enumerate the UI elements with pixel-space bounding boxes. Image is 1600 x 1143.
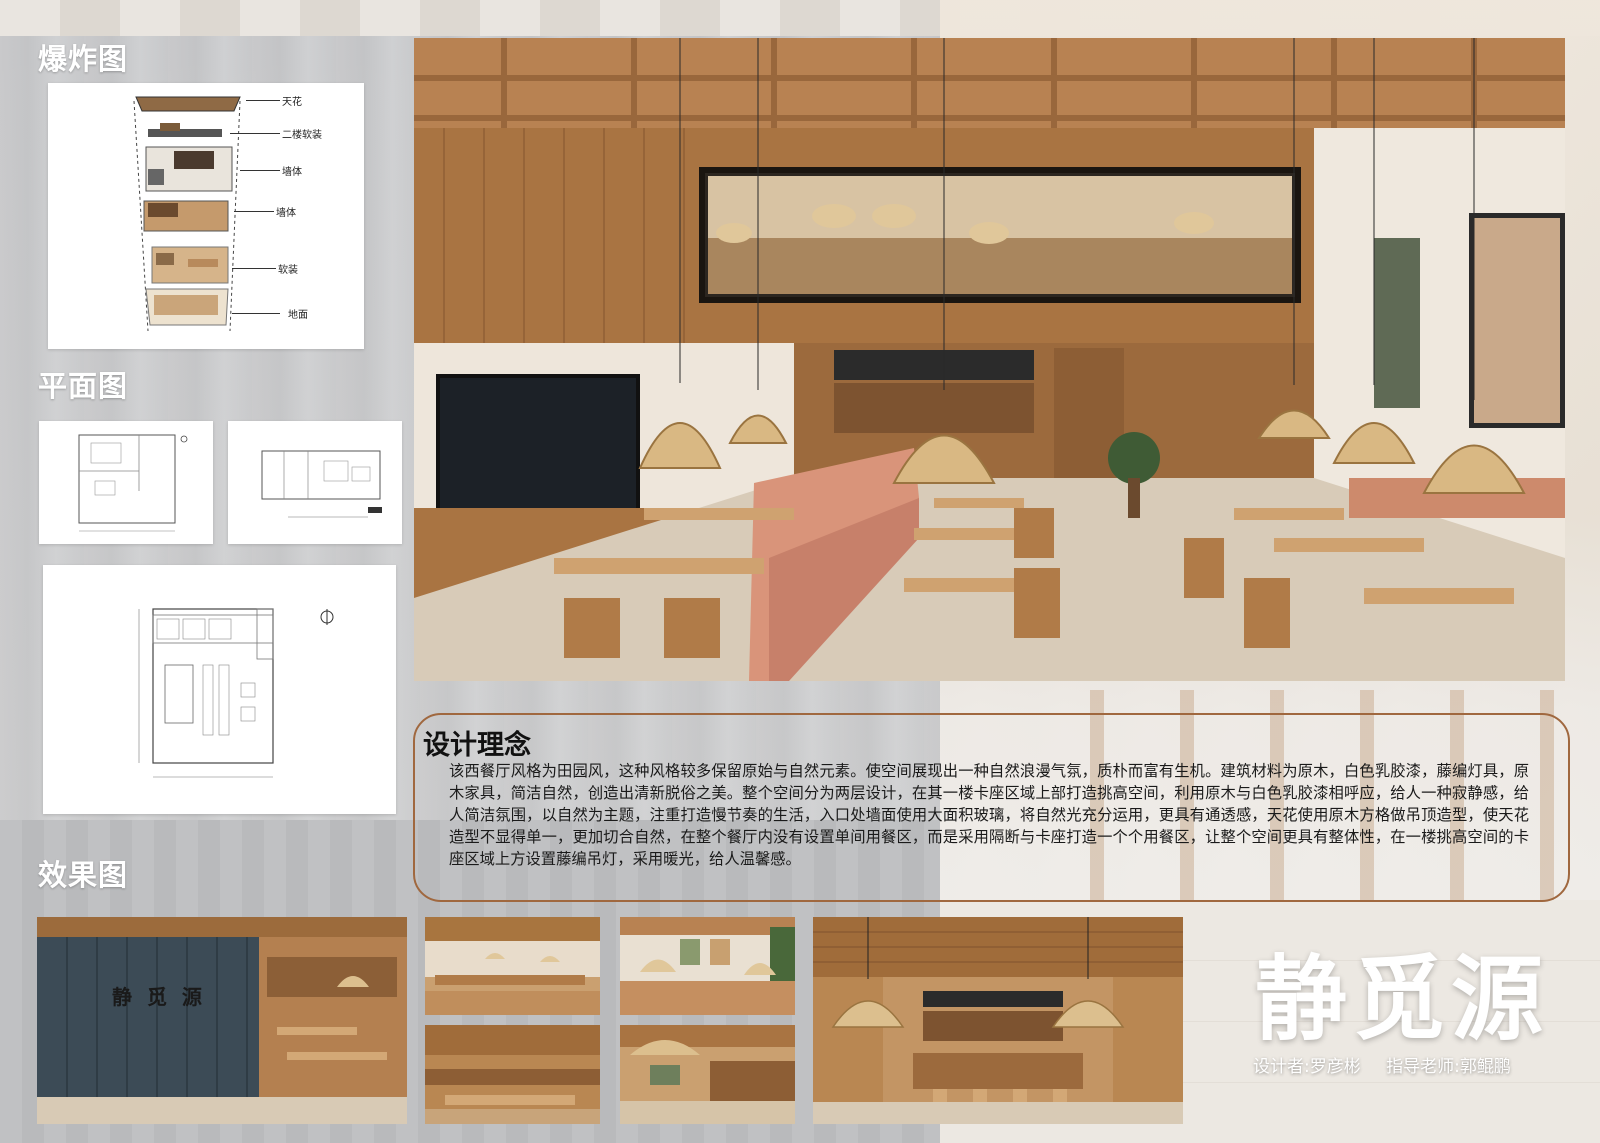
- section-elevation-drawing: [261, 450, 382, 518]
- advisor-credit: 指导老师:郭鲲鹏: [1386, 1057, 1511, 1077]
- plan-drawing-2: [228, 421, 402, 544]
- label-wall-1: 墙体: [282, 167, 302, 178]
- leader-line: [240, 170, 280, 171]
- designer-credit: 设计者:罗彦彬: [1253, 1057, 1361, 1077]
- leader-line: [230, 133, 280, 134]
- exploded-diagram: 天花 二楼软装 墙体 墙体 软装 地面: [48, 83, 364, 349]
- leader-line: [232, 313, 280, 314]
- explode-section-title: 爆炸图: [38, 42, 129, 76]
- render-dining-4-drawing: [620, 1025, 795, 1124]
- label-furnishing: 软装: [278, 265, 298, 276]
- main-render-drawing: [414, 38, 1565, 681]
- plan-drawing-1: [39, 421, 213, 544]
- render-section-title: 效果图: [38, 858, 129, 892]
- label-2f-furnishing: 二楼软装: [282, 130, 322, 141]
- credits: 设计者:罗彦彬 指导老师:郭鲲鹏: [1253, 1052, 1531, 1077]
- render-dining-2-drawing: [620, 917, 795, 1015]
- render-dining-2: [620, 917, 795, 1015]
- render-bar-drawing: [813, 917, 1183, 1124]
- entrance-sign: 静 觅 源: [112, 985, 206, 1009]
- render-entrance: 静 觅 源: [37, 917, 407, 1124]
- label-wall-2: 墙体: [276, 208, 296, 219]
- concept-title: 设计理念: [423, 730, 531, 761]
- brand-title: 静觅源: [1255, 946, 1550, 1053]
- render-dining-3: [425, 1025, 600, 1124]
- ground-floor-plan-drawing: [138, 608, 334, 778]
- leader-line: [246, 100, 280, 101]
- render-dining-3-drawing: [425, 1025, 600, 1124]
- render-dining-1: [425, 917, 600, 1015]
- concept-body: 该西餐厅风格为田园风，这种风格较多保留原始与自然元素。使空间展现出一种自然浪漫气…: [449, 762, 1529, 868]
- render-dining-1-drawing: [425, 917, 600, 1015]
- leader-line: [232, 268, 276, 269]
- render-entrance-drawing: [37, 917, 407, 1124]
- label-floor: 地面: [288, 310, 308, 321]
- plan-section-title: 平面图: [38, 369, 129, 403]
- label-ceiling: 天花: [282, 97, 302, 108]
- leader-line: [234, 211, 274, 212]
- plan-drawing-3: [43, 565, 396, 814]
- render-bar: [813, 917, 1183, 1124]
- exploded-diagram-drawing: [133, 96, 241, 332]
- main-render-image: [414, 38, 1565, 681]
- render-dining-4: [620, 1025, 795, 1124]
- floor-plan-upper-drawing: [78, 434, 188, 532]
